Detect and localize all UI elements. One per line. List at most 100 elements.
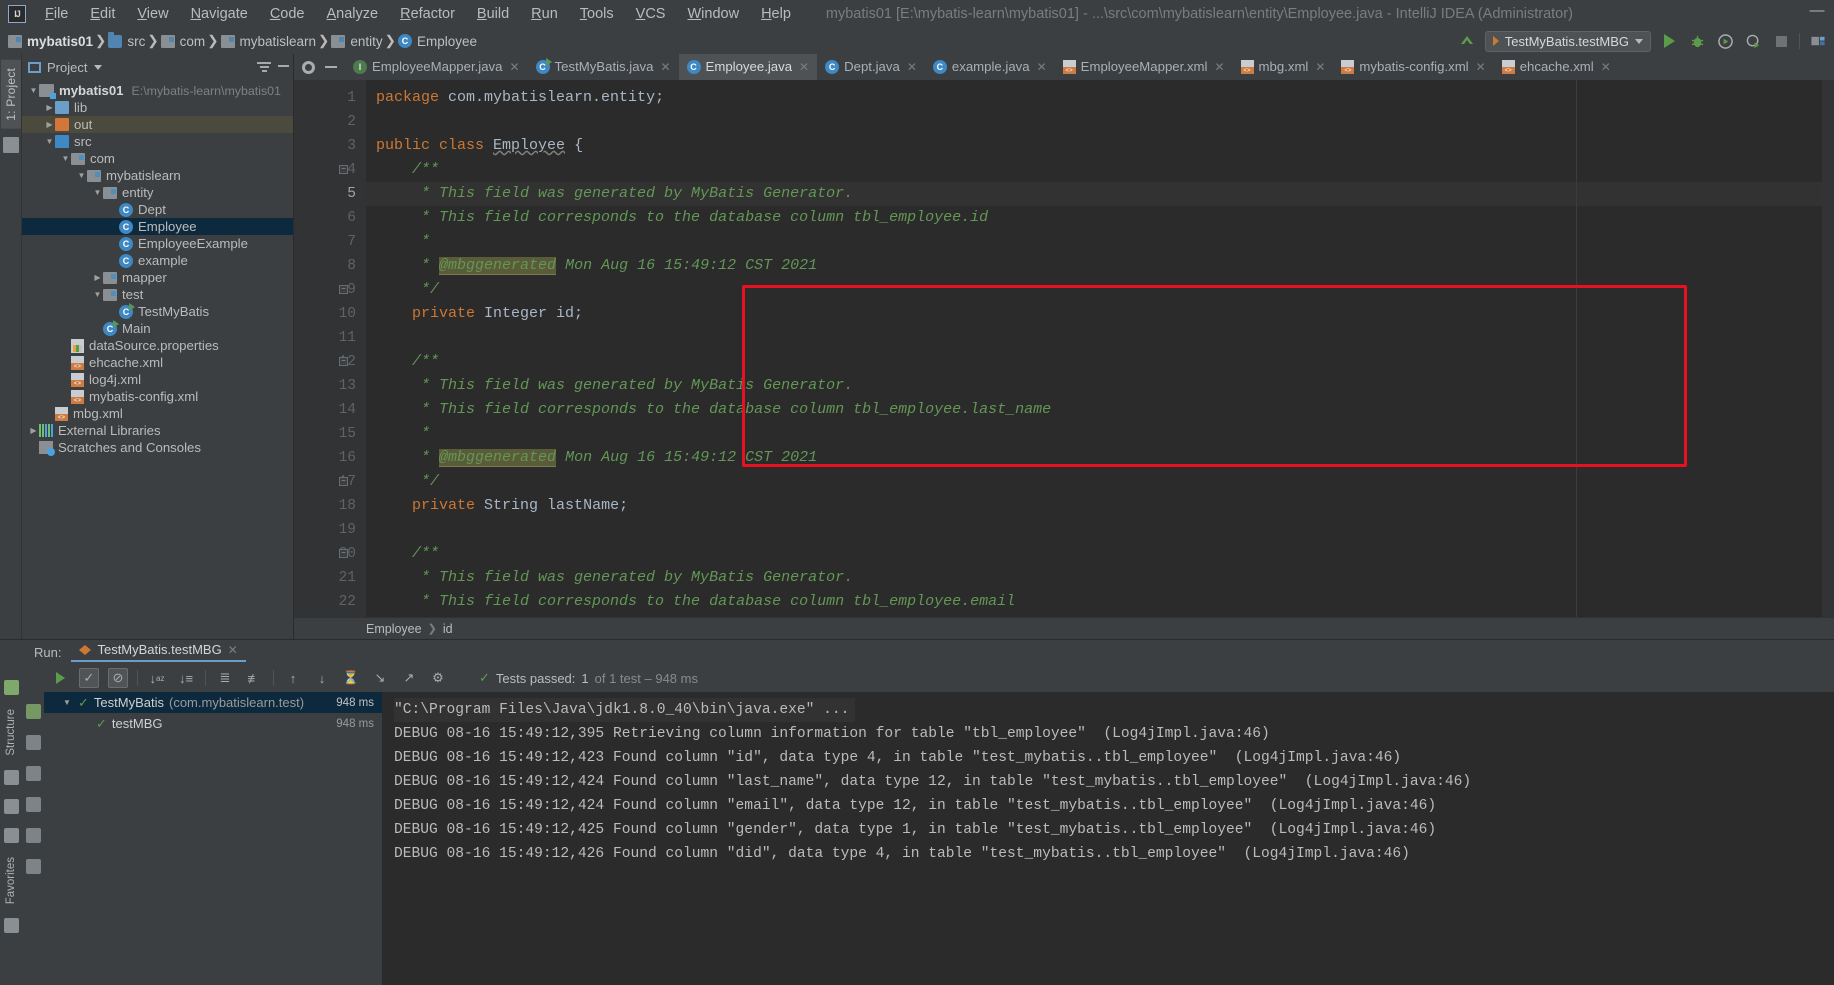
run-tests-icon[interactable] [50,668,70,688]
menu-run[interactable]: Run [520,3,569,25]
close-icon[interactable]: ✕ [1037,60,1047,74]
editor-tab-employeemapper-xml[interactable]: EmployeeMapper.xml ✕ [1055,54,1233,80]
structure-rail-icon[interactable] [2,136,19,153]
code-line[interactable] [366,326,1822,350]
tree-item-external-libraries[interactable]: ▶ External Libraries [22,422,293,439]
chevron-down-icon[interactable]: ▼ [60,154,71,163]
rerun-rail-icon[interactable] [3,680,19,695]
menu-edit[interactable]: Edit [79,3,126,25]
import-tests-icon[interactable]: ↘ [370,668,390,688]
chevron-down-icon[interactable] [94,64,103,70]
code-line[interactable]: * @mbggenerated Mon Aug 16 15:49:12 CST … [366,446,1822,470]
stop-button[interactable] [1771,31,1791,51]
close-icon[interactable]: ✕ [1476,60,1486,74]
editor-tab-mbg-xml[interactable]: mbg.xml ✕ [1233,54,1334,80]
editor-tab-example-java[interactable]: Cexample.java ✕ [925,54,1055,80]
tree-item-main[interactable]: C Main [22,319,293,337]
breadcrumb-employee[interactable]: C Employee [396,34,479,49]
code-line[interactable]: */ [366,470,1822,494]
gear-icon[interactable] [302,60,315,74]
structure-tool-window-button[interactable]: Structure [5,709,17,756]
project-structure-button[interactable] [1808,31,1828,51]
fold-toggle-icon[interactable]: − [339,165,348,174]
next-occurrence-icon[interactable]: ↓ [312,668,332,688]
tree-item-mapper[interactable]: ▶ mapper [22,269,293,286]
close-icon[interactable]: ✕ [799,60,809,74]
editor-scrollbar[interactable] [1822,80,1834,617]
pin-icon[interactable] [25,859,41,874]
tree-item-test[interactable]: ▼ test [22,286,293,303]
tree-item-example[interactable]: Cexample [22,252,293,269]
code-line[interactable]: * This field was generated by MyBatis Ge… [366,566,1822,590]
menu-help[interactable]: Help [750,3,802,25]
menu-tools[interactable]: Tools [569,3,625,25]
minimize-button[interactable]: — [1808,2,1826,19]
code-line[interactable]: * This field was generated by MyBatis Ge… [366,182,1822,206]
run-configuration-selector[interactable]: TestMyBatis.testMBG [1484,30,1651,52]
test-row-testmbg[interactable]: ✓ testMBG 948 ms [44,713,382,734]
editor-tab-employee-java[interactable]: C Employee.java ✕ [678,54,818,80]
menu-window[interactable]: Window [676,3,750,25]
tree-item-dept[interactable]: C Dept [22,201,293,218]
breadcrumb-field[interactable]: id [443,622,453,636]
close-icon[interactable]: ✕ [660,60,670,74]
sort-by-duration-icon[interactable]: ↓≡ [176,668,196,688]
test-settings-gear-icon[interactable]: ⚙ [428,668,448,688]
close-icon[interactable]: ✕ [228,643,238,657]
tree-item-employeeexample[interactable]: C EmployeeExample [22,235,293,252]
stop-icon[interactable] [25,766,41,781]
console-output[interactable]: "C:\Program Files\Java\jdk1.8.0_40\bin\j… [382,692,1834,985]
run-tab-testmbg[interactable]: TestMyBatis.testMBG ✕ [71,642,246,662]
breadcrumb-class[interactable]: Employee [366,622,422,636]
chevron-down-icon[interactable]: ▼ [44,137,55,146]
history-icon[interactable]: ⏳ [341,668,361,688]
filter-icon[interactable] [25,797,41,812]
chevron-down-icon[interactable]: ▼ [63,698,73,707]
tree-item-lib[interactable]: ▶ lib [22,99,293,116]
hide-panel-icon[interactable] [278,65,289,67]
chevron-down-icon[interactable]: ▼ [92,188,103,197]
tree-item-mbg-xml[interactable]: mbg.xml [22,405,293,422]
fold-toggle-icon[interactable]: − [339,477,348,486]
tree-item-log4j-xml[interactable]: log4j.xml [22,371,293,388]
code-content[interactable]: package com.mybatislearn.entity; public … [366,80,1822,617]
code-line[interactable]: */ [366,278,1822,302]
fold-toggle-icon[interactable]: − [339,357,348,366]
editor-tab-employeemapper-java[interactable]: I EmployeeMapper.java ✕ [345,54,528,80]
menu-vcs[interactable]: VCS [625,3,677,25]
tree-item-mybatislearn[interactable]: ▼ mybatislearn [22,167,293,184]
tree-item-ehcache-xml[interactable]: ehcache.xml [22,354,293,371]
fold-toggle-icon[interactable]: − [339,549,348,558]
code-line[interactable]: * This field corresponds to the database… [366,398,1822,422]
breadcrumb-src[interactable]: src [106,31,147,49]
editor-tab-mybatis-config-xml[interactable]: mybatis-config.xml ✕ [1333,54,1493,80]
editor-tab-dept-java[interactable]: C Dept.java ✕ [817,54,925,80]
chevron-down-icon[interactable]: ▼ [92,290,103,299]
code-line[interactable]: /** [366,542,1822,566]
code-editor[interactable]: 123−45678−91011−1213141516−171819−202122… [294,80,1834,617]
code-line[interactable] [366,518,1822,542]
menu-file[interactable]: File [34,3,79,25]
code-line[interactable]: * [366,230,1822,254]
hide-editor-icon[interactable] [325,66,337,68]
bookmark-rail-icon[interactable] [3,769,19,785]
tree-item-src[interactable]: ▼ src [22,133,293,150]
chevron-down-icon[interactable]: ▼ [76,171,87,180]
close-icon[interactable]: ✕ [907,60,917,74]
favorites-tool-window-button[interactable]: Favorites [5,857,17,904]
tree-item-employee[interactable]: C Employee [22,218,293,235]
chevron-right-icon[interactable]: ▶ [92,273,103,282]
close-icon[interactable]: ✕ [1315,60,1325,74]
close-icon[interactable]: ✕ [509,60,519,74]
chevron-right-icon[interactable]: ▶ [28,426,39,435]
code-line[interactable]: package com.mybatislearn.entity; [366,86,1822,110]
code-line[interactable]: * This field was generated by MyBatis Ge… [366,374,1822,398]
tree-item-out[interactable]: ▶ out [22,116,293,133]
menu-navigate[interactable]: Navigate [180,3,259,25]
code-line[interactable]: private Integer id; [366,302,1822,326]
code-line[interactable]: * [366,422,1822,446]
rerun-failed-icon[interactable] [25,735,41,750]
previous-occurrence-icon[interactable]: ↑ [283,668,303,688]
export-tests-icon[interactable]: ↗ [399,668,419,688]
tree-item-datasource-properties[interactable]: dataSource.properties [22,337,293,354]
